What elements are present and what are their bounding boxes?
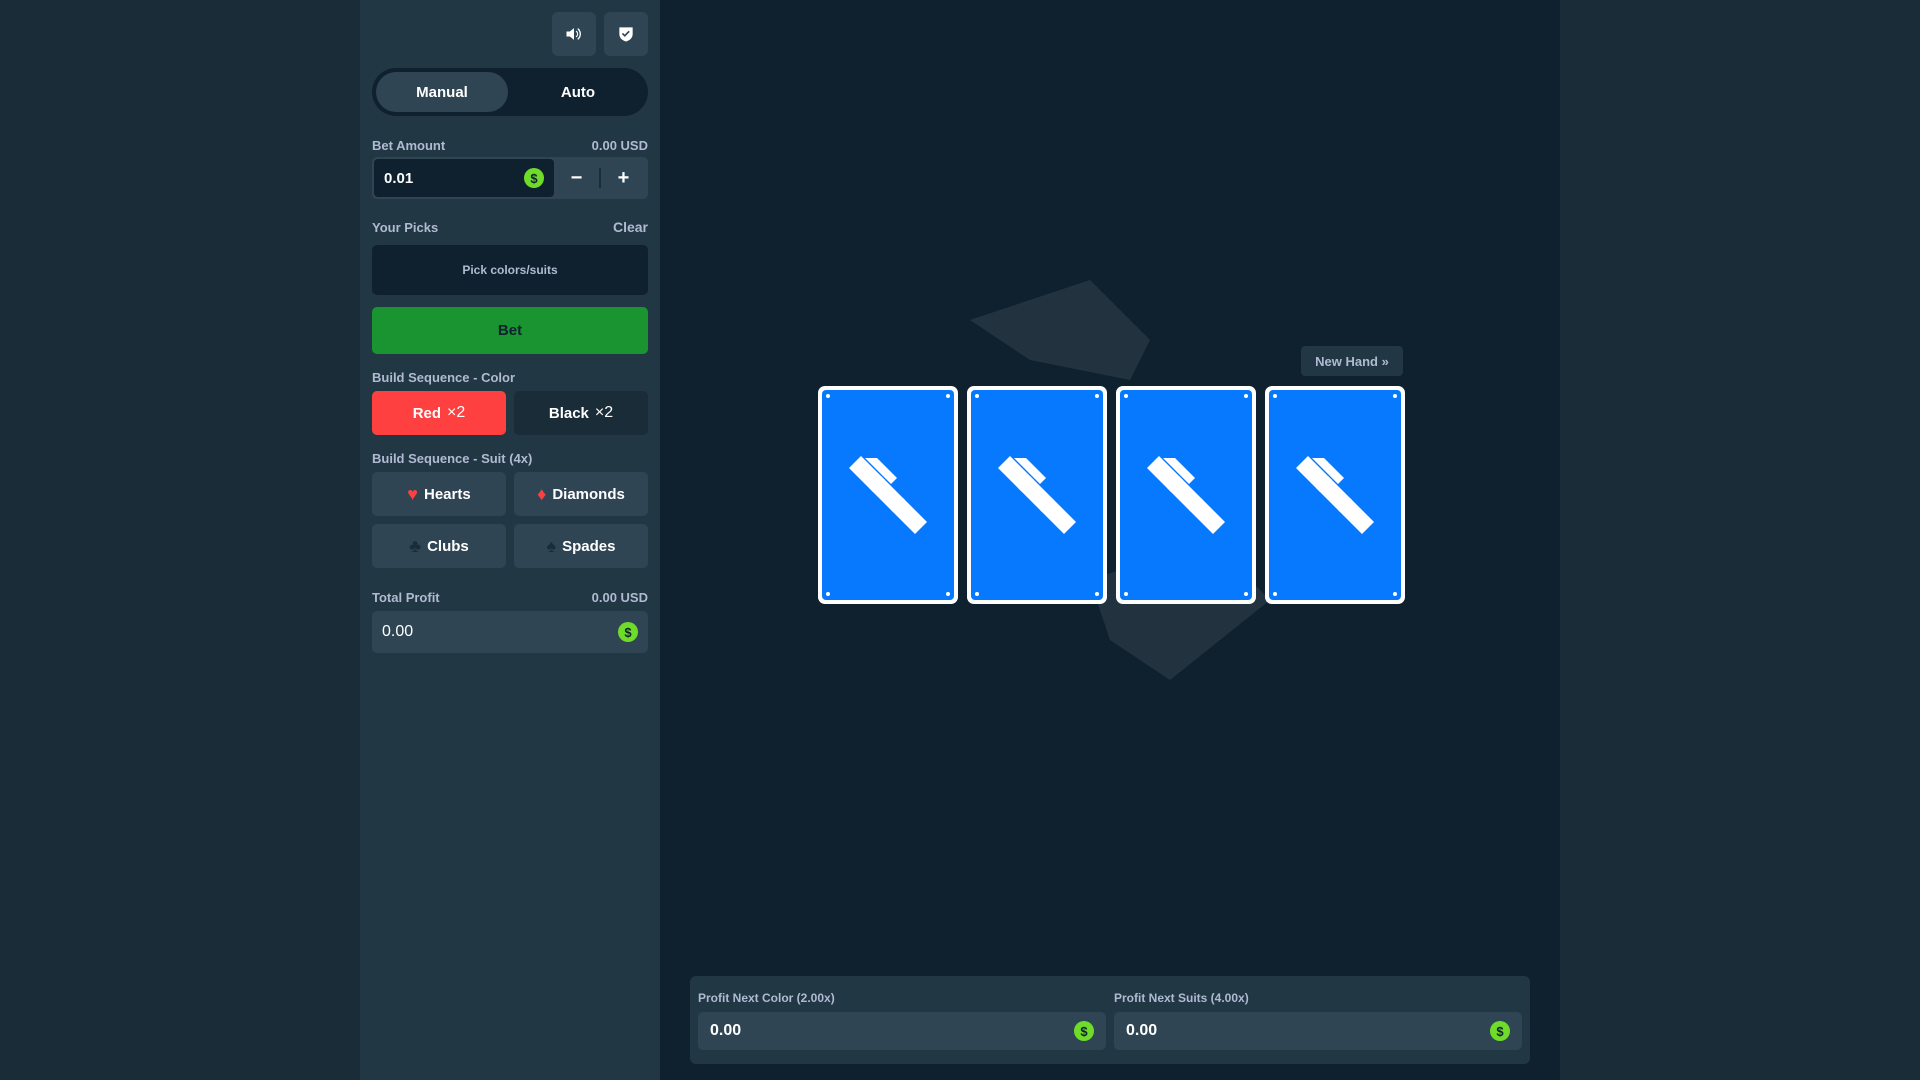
profit-next-color: Profit Next Color (2.00x) 0.00 $ xyxy=(698,984,1106,1056)
card-logo-icon xyxy=(849,456,927,534)
card-logo-icon xyxy=(1147,456,1225,534)
corner-dot xyxy=(1124,394,1128,398)
corner-dot xyxy=(1095,592,1099,596)
decrease-bet-button[interactable]: − xyxy=(554,159,599,197)
corner-dot xyxy=(1095,394,1099,398)
bet-amount-label: Bet Amount xyxy=(372,138,446,153)
corner-dot xyxy=(946,592,950,596)
corner-dot xyxy=(975,592,979,596)
corner-dot xyxy=(1273,394,1277,398)
profit-next-suits-field: 0.00 $ xyxy=(1114,1012,1522,1050)
dollar-coin-icon: $ xyxy=(1490,1021,1510,1041)
hearts-label: Hearts xyxy=(423,485,471,503)
card-logo-icon xyxy=(1296,456,1374,534)
card-face xyxy=(971,390,1103,600)
bet-button[interactable]: Bet xyxy=(372,307,648,354)
spades-label: Spades xyxy=(562,537,616,555)
bet-amount-header: Bet Amount 0.00 USD xyxy=(372,138,648,153)
clubs-label: Clubs xyxy=(427,537,469,555)
profit-next-suits-label: Profit Next Suits (4.00x) xyxy=(1114,991,1249,1005)
red-button[interactable]: Red ×2 xyxy=(372,391,506,435)
corner-dot xyxy=(946,394,950,398)
red-label: Red xyxy=(412,404,442,422)
card-back[interactable] xyxy=(1265,386,1405,604)
suit-section-label: Build Sequence - Suit (4x) xyxy=(372,451,533,466)
card-back[interactable] xyxy=(967,386,1107,604)
card-row xyxy=(818,386,1405,604)
new-hand-button[interactable]: New Hand » xyxy=(1301,346,1403,376)
shield-check-icon xyxy=(619,27,633,42)
bet-amount-usd: 0.00 USD xyxy=(591,138,648,153)
sidebar: Manual Auto Bet Amount 0.00 USD 0.01 $ −… xyxy=(360,0,660,1080)
dollar-coin-icon: $ xyxy=(1074,1021,1094,1041)
hearts-button[interactable]: ♥ Hearts xyxy=(372,472,506,516)
game-area: New Hand » Profit Next Color (2.00x) 0.0… xyxy=(660,0,1560,1080)
corner-dot xyxy=(1124,592,1128,596)
tab-auto[interactable]: Auto xyxy=(512,72,644,112)
total-profit-value: 0.00 xyxy=(382,623,414,640)
suit-buttons: ♥ Hearts ♦ Diamonds ♣ Clubs ♠ Spades xyxy=(372,472,648,568)
black-button[interactable]: Black ×2 xyxy=(514,391,648,435)
diamonds-label: Diamonds xyxy=(552,485,625,503)
bet-amount-input[interactable]: 0.01 $ xyxy=(374,159,554,197)
sound-button[interactable] xyxy=(552,12,596,56)
black-label: Black xyxy=(548,404,589,422)
corner-dot xyxy=(1244,592,1248,596)
dollar-coin-icon: $ xyxy=(524,168,544,188)
red-multiplier: ×2 xyxy=(447,404,466,421)
dollar-coin-icon: $ xyxy=(618,622,638,642)
black-multiplier: ×2 xyxy=(594,404,614,421)
profit-next-color-label: Profit Next Color (2.00x) xyxy=(698,991,835,1005)
bet-stepper: − + xyxy=(554,159,646,197)
club-icon: ♣ xyxy=(409,536,422,556)
card-back[interactable] xyxy=(818,386,958,604)
clubs-button[interactable]: ♣ Clubs xyxy=(372,524,506,568)
profit-next-color-value: 0.00 xyxy=(710,1022,742,1039)
clear-picks-button[interactable]: Clear xyxy=(613,219,648,235)
increase-bet-button[interactable]: + xyxy=(601,159,646,197)
speaker-icon xyxy=(566,28,581,40)
card-logo-icon xyxy=(998,456,1076,534)
card-back[interactable] xyxy=(1116,386,1256,604)
total-profit-header: Total Profit 0.00 USD xyxy=(372,590,648,605)
picks-header: Your Picks Clear xyxy=(372,219,648,235)
picks-label: Your Picks xyxy=(372,219,439,235)
diamonds-button[interactable]: ♦ Diamonds xyxy=(514,472,648,516)
corner-dot xyxy=(1273,592,1277,596)
profit-next-color-field: 0.00 $ xyxy=(698,1012,1106,1050)
heart-icon: ♥ xyxy=(407,484,418,504)
spades-button[interactable]: ♠ Spades xyxy=(514,524,648,568)
color-buttons: Red ×2 Black ×2 xyxy=(372,391,648,435)
card-face xyxy=(822,390,954,600)
top-icons xyxy=(372,12,648,56)
total-profit-label: Total Profit xyxy=(372,590,440,605)
bet-amount-value: 0.01 xyxy=(384,169,414,187)
bet-amount-control: 0.01 $ − + xyxy=(372,157,648,199)
total-profit-usd: 0.00 USD xyxy=(591,590,648,605)
corner-dot xyxy=(1393,394,1397,398)
game-app: Manual Auto Bet Amount 0.00 USD 0.01 $ −… xyxy=(360,0,1560,1080)
corner-dot xyxy=(1244,394,1248,398)
diamond-icon: ♦ xyxy=(537,484,547,504)
total-profit-field: 0.00 $ xyxy=(372,611,648,653)
corner-dot xyxy=(975,394,979,398)
profit-panel: Profit Next Color (2.00x) 0.00 $ Profit … xyxy=(690,976,1530,1064)
picks-display: Pick colors/suits xyxy=(372,245,648,295)
card-face xyxy=(1269,390,1401,600)
fairness-button[interactable] xyxy=(604,12,648,56)
spade-icon: ♠ xyxy=(546,536,557,556)
tab-manual[interactable]: Manual xyxy=(376,72,508,112)
mode-tabs: Manual Auto xyxy=(372,68,648,116)
corner-dot xyxy=(826,394,830,398)
card-face xyxy=(1120,390,1252,600)
profit-next-suits-value: 0.00 xyxy=(1126,1022,1158,1039)
corner-dot xyxy=(1393,592,1397,596)
corner-dot xyxy=(826,592,830,596)
profit-next-suits: Profit Next Suits (4.00x) 0.00 $ xyxy=(1114,984,1522,1056)
color-section-label: Build Sequence - Color xyxy=(372,370,516,385)
